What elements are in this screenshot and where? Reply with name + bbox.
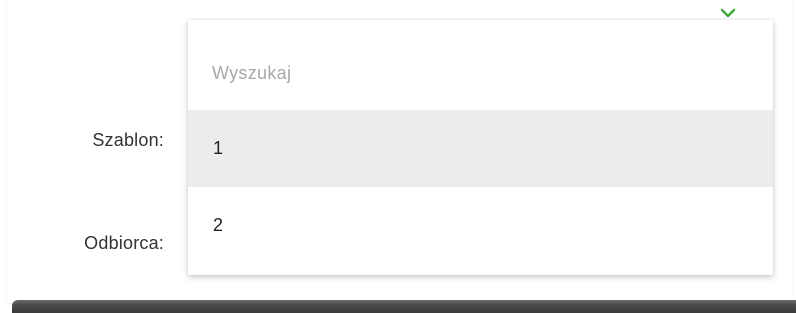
search-input[interactable] — [212, 58, 752, 88]
bottom-bar — [12, 300, 796, 313]
chevron-down-icon[interactable] — [719, 6, 737, 20]
template-label: Szablon: — [92, 130, 164, 150]
template-dropdown-list: 1 2 — [188, 20, 773, 275]
page: Szablon: Odbiorca: 1 2 — [0, 0, 796, 313]
option-label: 1 — [213, 138, 224, 158]
search-box — [188, 20, 773, 110]
option-label: 2 — [213, 215, 224, 235]
recipient-label: Odbiorca: — [84, 233, 164, 253]
dropdown-option-2[interactable]: 2 — [188, 187, 773, 264]
dropdown-option-1[interactable]: 1 — [188, 110, 773, 187]
